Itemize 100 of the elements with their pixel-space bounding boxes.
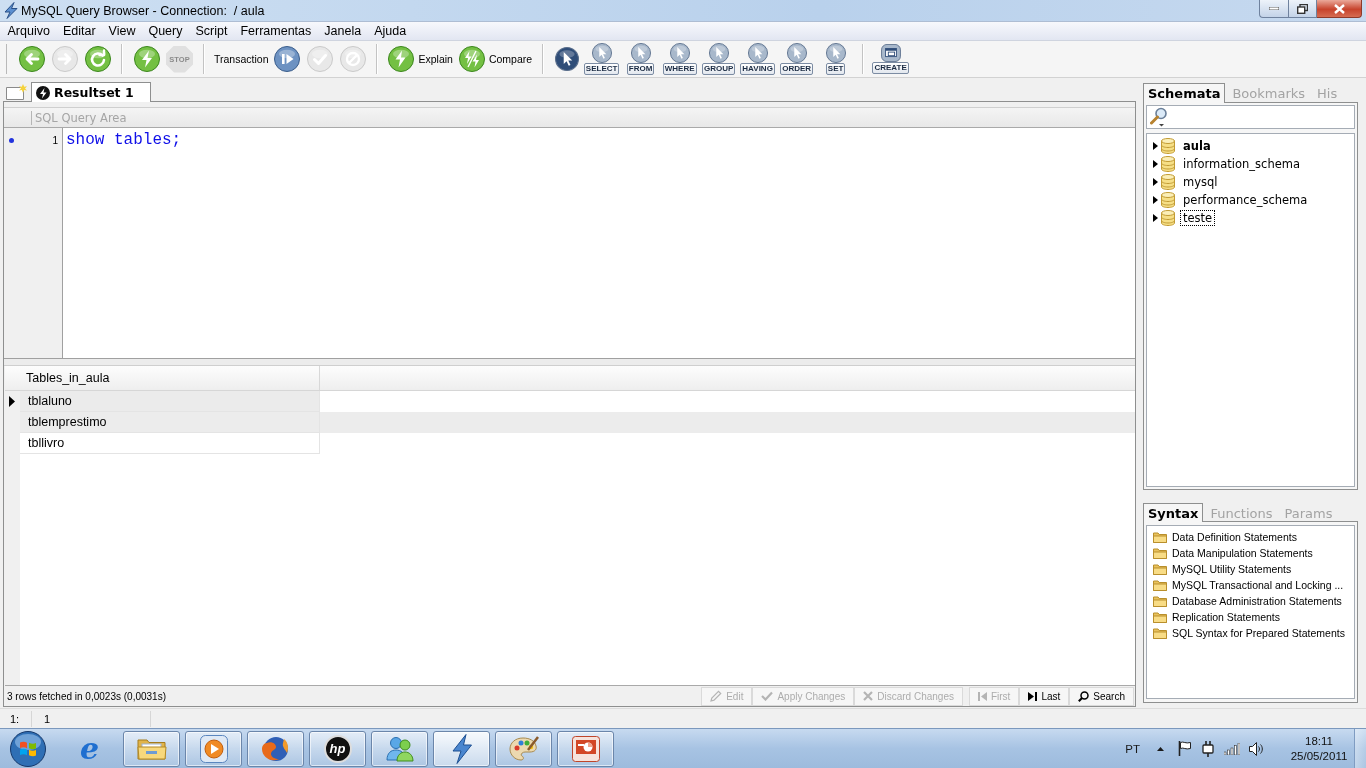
status-text: 1 <box>31 710 151 727</box>
list-item[interactable]: Data Definition Statements <box>1172 531 1297 543</box>
clause-button[interactable]: FROM <box>621 41 661 77</box>
sql-editor[interactable]: 1 show tables; <box>5 128 1135 358</box>
expand-arrow-icon[interactable] <box>1153 196 1158 204</box>
restore-icon <box>1297 3 1308 14</box>
folder-icon <box>1153 547 1167 559</box>
start-orb-icon <box>10 730 46 767</box>
clause-button[interactable]: HAVING <box>738 41 778 77</box>
folder-icon <box>1153 611 1167 623</box>
menu-item[interactable]: Ajuda <box>367 24 413 38</box>
database-icon <box>1161 210 1175 226</box>
tree-item[interactable]: mysql <box>1180 174 1221 190</box>
list-item[interactable]: Data Manipulation Statements <box>1172 547 1313 559</box>
palette-icon <box>508 735 539 762</box>
menu-item[interactable]: View <box>102 24 142 38</box>
result-tab[interactable]: Resultset 1 <box>31 82 151 102</box>
clause-button[interactable]: ORDER <box>777 41 817 77</box>
signal-bars-icon[interactable] <box>1224 742 1240 755</box>
language-indicator[interactable]: PT <box>1117 742 1148 755</box>
list-item[interactable]: MySQL Utility Statements <box>1172 563 1292 575</box>
expand-arrow-icon[interactable] <box>1153 142 1158 150</box>
table-cell: tblemprestimo <box>20 412 320 433</box>
lightning-icon <box>388 46 415 72</box>
section-header: SQL Query Area <box>31 110 127 125</box>
tree-item[interactable]: information_schema <box>1180 156 1304 172</box>
refresh-icon <box>84 46 111 72</box>
double-lightning-icon <box>458 46 485 72</box>
people-icon <box>384 735 415 762</box>
taskbar-button[interactable] <box>433 730 490 767</box>
window-title: MySQL Query Browser - Connection: / aula <box>21 3 265 18</box>
folder-icon <box>1153 595 1167 607</box>
cursor-icon <box>554 47 579 71</box>
taskbar-button[interactable] <box>495 730 552 767</box>
search-field[interactable] <box>1146 105 1355 129</box>
table-cell: tblaluno <box>20 391 320 412</box>
restore-button[interactable] <box>1288 0 1317 18</box>
lightning-icon <box>4 2 18 19</box>
status-text: 3 rows fetched in 0,0023s (0,0031s) <box>6 690 166 702</box>
taskbar-button[interactable] <box>247 730 304 767</box>
clause-button[interactable]: SET <box>816 41 856 77</box>
menu-item[interactable]: Query <box>141 24 189 38</box>
expand-arrow-icon[interactable] <box>1153 178 1158 186</box>
menu-item[interactable]: Ferramentas <box>233 24 318 38</box>
list-item[interactable]: Database Administration Statements <box>1172 595 1342 607</box>
new-tab-button[interactable] <box>6 83 28 101</box>
tree-item[interactable]: teste <box>1180 210 1216 226</box>
menu-item[interactable]: Script <box>188 24 234 38</box>
folder-icon <box>1153 627 1167 639</box>
clock-date[interactable]: 25/05/2011 <box>1290 748 1348 764</box>
taskbar-button[interactable] <box>371 730 428 767</box>
skip-first-icon <box>977 691 987 701</box>
lightning-icon <box>133 46 160 72</box>
taskbar-button[interactable] <box>123 730 180 767</box>
minimize-icon <box>1269 7 1279 10</box>
panel-tab[interactable]: Syntax <box>1143 503 1204 522</box>
compare-button[interactable]: Compare <box>455 44 536 74</box>
database-icon <box>1161 174 1175 190</box>
list-item[interactable]: MySQL Transactional and Locking ... <box>1172 579 1344 591</box>
taskbar-button[interactable]: hp <box>309 730 366 767</box>
expand-arrow-icon[interactable] <box>1153 214 1158 222</box>
line-number: 1 <box>52 134 58 146</box>
menu-item[interactable]: Janela <box>317 24 368 38</box>
speaker-icon[interactable] <box>1249 741 1263 756</box>
menu-item[interactable]: Arquivo <box>1 24 57 38</box>
explain-button[interactable]: Explain <box>385 44 456 74</box>
skip-last-icon <box>1028 691 1038 701</box>
taskbar-button[interactable] <box>185 730 242 767</box>
flag-icon[interactable] <box>1177 741 1191 756</box>
cross-icon <box>863 691 874 701</box>
globe-icon <box>261 734 290 763</box>
caret-up-icon[interactable] <box>1156 746 1164 751</box>
create-button[interactable]: CREATE <box>871 41 911 77</box>
list-item[interactable]: SQL Syntax for Prepared Statements <box>1172 627 1345 639</box>
play-icon <box>199 734 228 763</box>
expand-arrow-icon[interactable] <box>1153 160 1158 168</box>
menu-item[interactable]: Editar <box>56 24 103 38</box>
clock-time[interactable]: 18:11 <box>1305 733 1333 749</box>
close-icon <box>1333 3 1345 14</box>
clause-button[interactable]: WHERE <box>660 41 700 77</box>
last-button[interactable]: Last <box>1019 686 1070 706</box>
tree-item[interactable]: aula <box>1180 138 1214 154</box>
search-button[interactable]: Search <box>1069 686 1134 706</box>
plug-icon[interactable] <box>1201 740 1215 757</box>
list-item[interactable]: Replication Statements <box>1172 611 1280 623</box>
table-cell: tbllivro <box>20 433 320 454</box>
checkmark-icon <box>761 691 774 701</box>
panel-tab[interactable]: Schemata <box>1143 83 1226 103</box>
taskbar-button[interactable] <box>557 730 614 767</box>
close-button[interactable] <box>1317 0 1362 18</box>
search-icon <box>1150 107 1168 127</box>
database-icon <box>1161 192 1175 208</box>
status-text: 1: <box>9 712 21 725</box>
pencil-icon <box>710 690 723 702</box>
prohibited-icon <box>339 46 366 72</box>
checkmark-icon <box>306 46 333 72</box>
tree-item[interactable]: performance_schema <box>1180 192 1311 208</box>
database-icon <box>1161 138 1175 154</box>
clause-button[interactable]: GROUP <box>699 41 739 77</box>
clause-button[interactable]: SELECT <box>582 41 622 77</box>
